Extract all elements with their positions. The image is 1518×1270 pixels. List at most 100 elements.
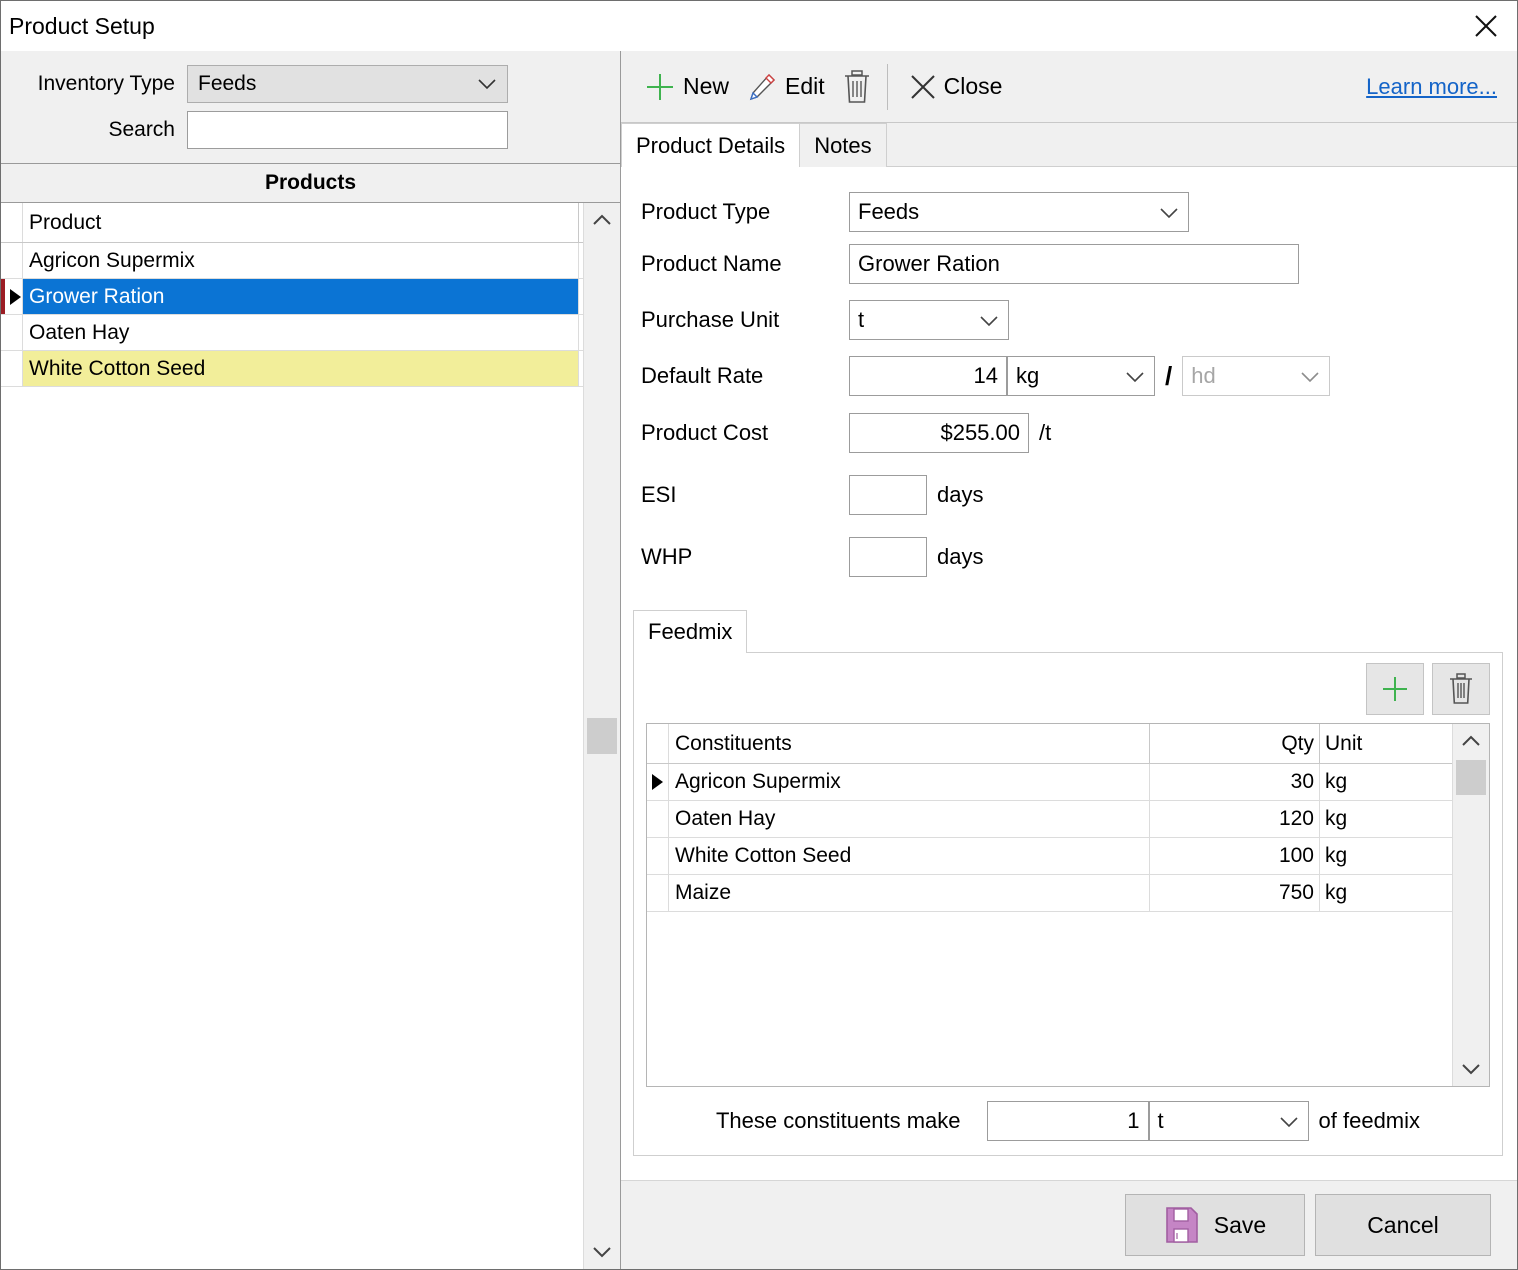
feedmix-total-value: 1 [1127,1108,1140,1133]
product-name-label: Product Name [641,251,782,276]
row-gutter [647,764,669,800]
product-name-cell: White Cotton Seed [23,351,579,386]
products-grid[interactable]: Product Agricon Supermix Grower Ration Oate… [1,203,583,1269]
row-gutter [647,724,669,763]
products-section-header: Products [1,164,620,203]
search-row: Search [1,111,620,149]
feedmix-scrollbar[interactable] [1452,724,1489,1086]
close-button[interactable]: Close [900,68,1011,106]
chevron-down-icon [1279,1108,1299,1134]
feedmix-row[interactable]: Maize 750 kg [647,875,1452,912]
plus-icon [647,73,673,100]
chevron-up-icon [1462,735,1480,746]
product-cost-input[interactable]: $255.00 [849,413,1029,453]
tab-feedmix[interactable]: Feedmix [633,610,748,653]
scroll-up-arrow[interactable] [1453,724,1489,758]
product-list-row[interactable]: White Cotton Seed [1,351,583,387]
row-gutter [647,801,669,837]
new-button-label: New [683,73,730,99]
feedmix-qty-cell: 30 [1150,764,1320,800]
feedmix-column-qty[interactable]: Qty [1150,724,1320,763]
whp-suffix: days [937,544,984,569]
products-pane: Inventory Type Feeds Search Products Pro… [1,51,621,1269]
feedmix-tabstrip: Feedmix [633,610,1503,653]
products-column-header[interactable]: Product [23,203,579,242]
search-input[interactable] [187,111,508,149]
plus-icon [1383,677,1407,701]
feedmix-row[interactable]: Agricon Supermix 30 kg [647,764,1452,801]
purchase-unit-select[interactable]: t [849,300,1009,340]
product-list-row[interactable]: Grower Ration [1,279,583,315]
save-button-label: Save [1213,1211,1267,1238]
default-rate-per-select[interactable]: hd [1182,356,1331,396]
new-button[interactable]: New [635,66,737,108]
chevron-down-icon [1125,363,1145,389]
scroll-up-arrow[interactable] [584,203,620,237]
feedmix-total-input[interactable]: 1 [986,1101,1149,1141]
default-rate-row: Default Rate 14 kg / hd [639,350,1517,402]
feedmix-total-unit-value: t [1157,1108,1164,1133]
cancel-button[interactable]: Cancel [1315,1194,1491,1256]
feedmix-delete-button[interactable] [1432,663,1490,715]
feedmix-constituent-cell: Oaten Hay [669,801,1150,837]
scroll-down-arrow[interactable] [584,1235,620,1269]
chevron-down-icon [593,1247,611,1258]
close-button-label: Close [943,73,1003,99]
default-rate-value: 14 [973,363,998,388]
feedmix-header-row: Constituents Qty Unit [647,724,1452,764]
window-title: Product Setup [9,12,155,39]
product-name-cell: Agricon Supermix [23,243,579,278]
feedmix-column-unit[interactable]: Unit [1320,724,1452,763]
inventory-type-value: Feeds [198,72,257,95]
default-rate-per-value: hd [1191,363,1216,388]
pencil-icon [749,73,776,100]
feedmix-row[interactable]: Oaten Hay 120 kg [647,801,1452,838]
close-icon [910,74,935,99]
window-close-button[interactable] [1455,1,1517,50]
product-cost-suffix: /t [1039,420,1052,445]
scroll-thumb[interactable] [1456,760,1486,795]
trash-icon [844,69,869,103]
details-tabstrip[interactable]: Product Details Notes [621,123,1517,168]
tab-notes[interactable]: Notes [799,123,887,167]
floppy-disk-icon [1165,1207,1198,1243]
feedmix-qty-cell: 120 [1150,801,1320,837]
chevron-down-icon [1462,1064,1480,1075]
dialog-button-bar: Save Cancel [621,1180,1517,1269]
cancel-button-label: Cancel [1367,1211,1439,1238]
feedmix-add-button[interactable] [1366,663,1424,715]
feedmix-grid-wrap: Constituents Qty Unit Agricon Supermix 30 kg O… [646,723,1490,1087]
edit-button[interactable]: Edit [737,66,833,108]
feedmix-unit-cell: kg [1325,881,1348,904]
default-rate-input[interactable]: 14 [849,356,1007,396]
scroll-thumb[interactable] [587,718,617,754]
save-button[interactable]: Save [1125,1194,1305,1256]
details-pane: New Edit Close Learn more... Product Det… [621,51,1517,1269]
product-list-row[interactable]: Oaten Hay [1,315,583,351]
esi-input[interactable] [849,475,927,515]
product-list-row[interactable]: Agricon Supermix [1,243,583,279]
product-type-select[interactable]: Feeds [849,192,1189,232]
feedmix-total-unit-select[interactable]: t [1148,1101,1309,1141]
product-type-row: Product Type Feeds [639,186,1517,238]
whp-input[interactable] [849,537,927,577]
current-row-indicator-icon [652,774,663,790]
default-rate-unit-select[interactable]: kg [1007,356,1155,396]
row-gutter [647,838,669,874]
inventory-type-select[interactable]: Feeds [187,65,508,103]
products-scrollbar[interactable] [583,203,620,1269]
feedmix-grid[interactable]: Constituents Qty Unit Agricon Supermix 30 kg O… [647,724,1452,1086]
product-name-input[interactable]: Grower Ration [849,244,1299,284]
chevron-up-icon [593,214,611,225]
delete-button[interactable] [833,64,881,110]
filter-area: Inventory Type Feeds Search [1,51,620,164]
product-name-cell: Oaten Hay [23,315,579,350]
feedmix-row[interactable]: White Cotton Seed 100 kg [647,838,1452,875]
tab-product-details[interactable]: Product Details [621,123,801,168]
feedmix-column-constituents[interactable]: Constituents [669,724,1150,763]
toolbar-separator [886,63,888,110]
learn-more-link[interactable]: Learn more... [1366,74,1497,100]
feedmix-unit-cell: kg [1325,844,1348,867]
scroll-down-arrow[interactable] [1453,1052,1489,1086]
inventory-type-label: Inventory Type [37,72,175,95]
